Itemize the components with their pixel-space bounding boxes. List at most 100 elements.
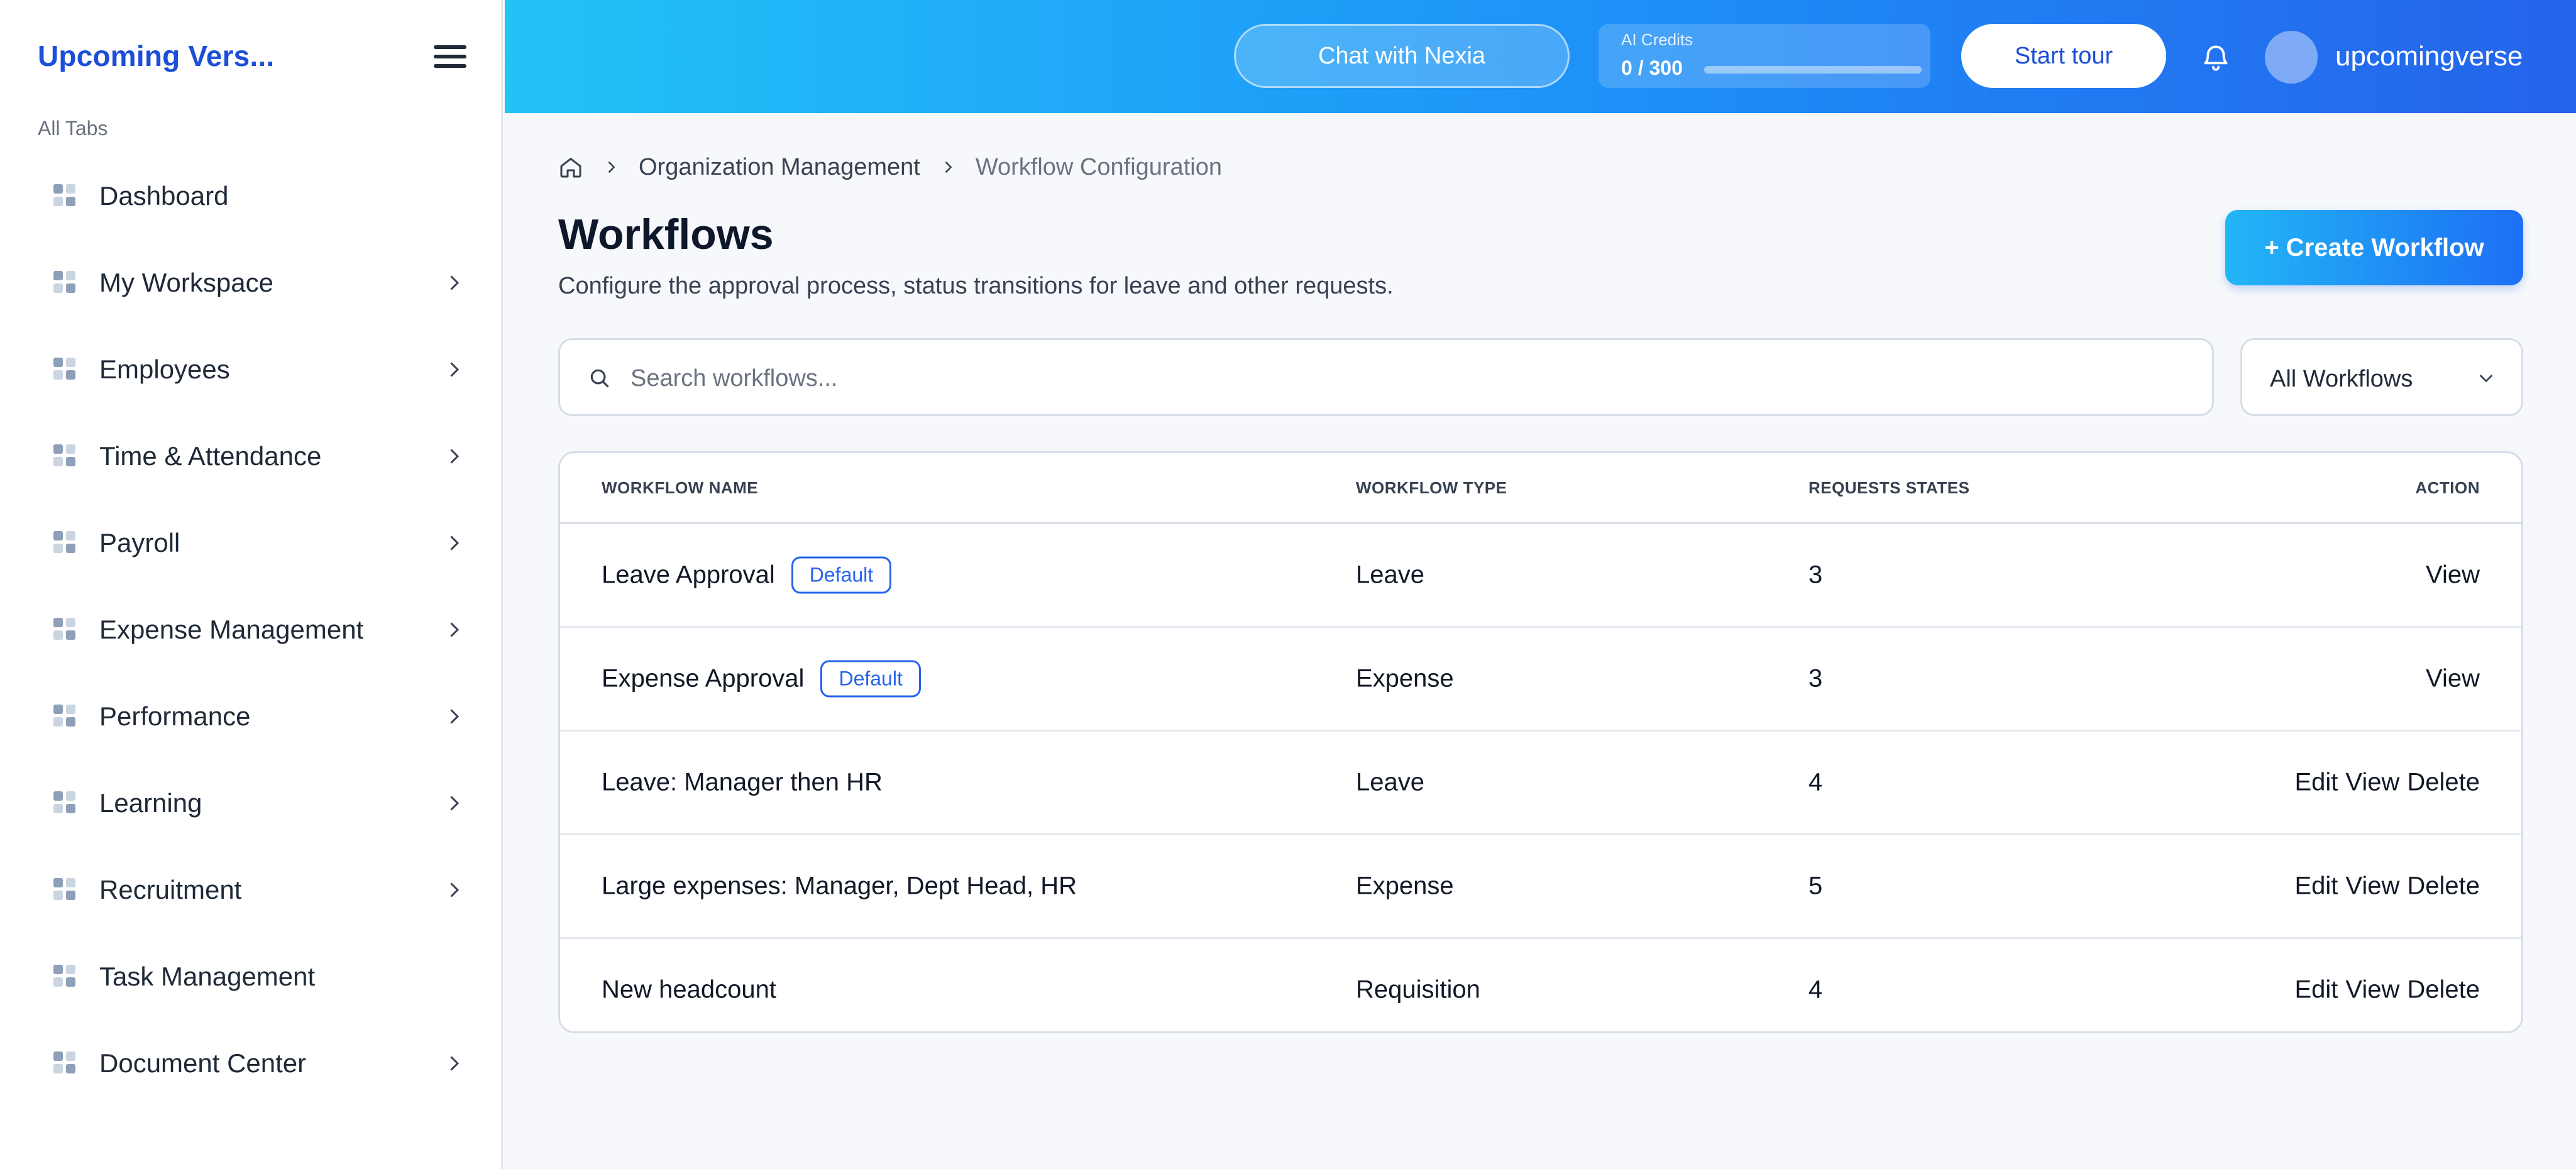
sidebar-item-document-center[interactable]: Document Center (38, 1020, 465, 1107)
breadcrumb: Organization Management Workflow Configu… (558, 153, 1222, 181)
grid-icon (53, 618, 77, 642)
workflow-name[interactable]: Expense Approval (602, 665, 804, 693)
workflow-name-cell: Expense Approval Default (602, 660, 921, 698)
column-header-action: ACTION (2415, 478, 2480, 497)
workflow-name-cell: Large expenses: Manager, Dept Head, HR (602, 872, 1077, 901)
breadcrumb-workflow-configuration: Workflow Configuration (975, 153, 1222, 180)
table-row[interactable]: Large expenses: Manager, Dept Head, HR Ex… (560, 835, 2521, 939)
bell-icon[interactable] (2200, 41, 2232, 73)
workflow-name-cell: Leave Approval Default (602, 556, 892, 594)
ai-credits-label: AI Credits (1621, 30, 1693, 49)
sidebar-item-performance[interactable]: Performance (38, 673, 465, 760)
grid-icon (53, 1051, 77, 1075)
search-box (558, 338, 2214, 416)
home-icon[interactable] (558, 155, 583, 180)
search-input[interactable] (629, 353, 2191, 404)
sidebar-item-label: Time & Attendance (99, 441, 322, 471)
workflow-type: Requisition (1356, 975, 1480, 1004)
brand-name[interactable]: Upcoming Vers... (38, 39, 274, 73)
action-cell: Edit View Delete (2294, 976, 2480, 1004)
workflow-name-cell: Leave: Manager then HR (602, 769, 883, 797)
grid-icon (53, 705, 77, 728)
view-action[interactable]: View (2345, 872, 2399, 900)
table-row[interactable]: Leave Approval Default Leave 3 View (560, 524, 2521, 628)
view-action[interactable]: View (2426, 665, 2480, 693)
sidebar-item-dashboard[interactable]: Dashboard (38, 153, 465, 239)
sidebar-item-task-management[interactable]: Task Management (38, 933, 465, 1020)
action-cell: View (2426, 665, 2480, 693)
username[interactable]: upcomingverse (2335, 41, 2523, 72)
filter-selected-value: All Workflows (2270, 366, 2413, 392)
workflow-name[interactable]: Leave Approval (602, 561, 775, 590)
grid-icon (53, 271, 77, 295)
workflow-type: Expense (1356, 872, 1454, 900)
table-row[interactable]: Leave: Manager then HR Leave 4 Edit View Dele… (560, 732, 2521, 835)
request-states-count: 5 (1808, 872, 1823, 900)
workflow-name[interactable]: New headcount (602, 976, 776, 1004)
column-header-requests-states[interactable]: REQUESTS STATES (1808, 478, 1969, 498)
workflow-name[interactable]: Large expenses: Manager, Dept Head, HR (602, 872, 1077, 901)
workflow-type: Leave (1356, 561, 1424, 589)
sidebar-item-my-workspace[interactable]: My Workspace (38, 239, 465, 326)
sidebar-item-time-attendance[interactable]: Time & Attendance (38, 413, 465, 500)
top-bar: Chat with Nexia AI Credits 0 / 300 Start… (505, 0, 2576, 113)
grid-icon (53, 791, 77, 815)
chevron-right-icon (450, 796, 460, 811)
sidebar-item-employees[interactable]: Employees (38, 326, 465, 413)
edit-action[interactable]: Edit (2294, 872, 2338, 900)
chevron-right-icon (450, 535, 460, 551)
sidebar-item-recruitment[interactable]: Recruitment (38, 847, 465, 933)
workflow-type: Expense (1356, 664, 1454, 693)
delete-action[interactable]: Delete (2407, 769, 2480, 796)
action-cell: Edit View Delete (2294, 872, 2480, 901)
sidebar-item-payroll[interactable]: Payroll (38, 500, 465, 586)
page-subtitle: Configure the approval process, status t… (558, 273, 1394, 299)
edit-action[interactable]: Edit (2294, 769, 2338, 796)
search-icon (590, 369, 609, 388)
sidebar-item-label: My Workspace (99, 268, 273, 297)
sidebar-item-label: Dashboard (99, 181, 229, 211)
column-header-workflow-name[interactable]: WORKFLOW NAME (602, 478, 758, 498)
sidebar-item-learning[interactable]: Learning (38, 760, 465, 847)
grid-icon (53, 184, 77, 208)
ai-credits-value: 0 / 300 (1621, 57, 1683, 79)
grid-icon (53, 358, 77, 381)
default-badge: Default (820, 660, 921, 698)
table-row[interactable]: New headcount Requisition 4 Edit View Delete (560, 939, 2521, 1031)
breadcrumb-organization-management[interactable]: Organization Management (639, 154, 920, 181)
delete-action[interactable]: Delete (2407, 872, 2480, 900)
view-action[interactable]: View (2426, 561, 2480, 589)
delete-action[interactable]: Delete (2407, 976, 2480, 1004)
workflow-name[interactable]: Leave: Manager then HR (602, 769, 883, 797)
table-header: WORKFLOW NAME WORKFLOW TYPE REQUESTS STA… (560, 453, 2521, 524)
chevron-right-icon (450, 709, 460, 724)
table-row[interactable]: Expense Approval Default Expense 3 View (560, 628, 2521, 732)
sidebar-item-label: Expense Management (99, 615, 364, 644)
sidebar-item-label: Learning (99, 788, 202, 818)
sidebar-item-label: Recruitment (99, 875, 242, 904)
grid-icon (53, 444, 77, 468)
ai-credits-widget: AI Credits 0 / 300 (1599, 24, 1930, 88)
workflow-name-cell: New headcount (602, 976, 776, 1004)
chevron-right-icon (608, 161, 615, 173)
grid-icon (53, 965, 77, 989)
view-action[interactable]: View (2345, 976, 2399, 1004)
workflow-filter-select[interactable]: All Workflows (2240, 338, 2523, 416)
request-states-count: 4 (1808, 975, 1823, 1004)
sidebar-item-label: Task Management (99, 962, 316, 991)
table-body: Leave Approval Default Leave 3 View Expense A… (560, 524, 2521, 1031)
edit-action[interactable]: Edit (2294, 976, 2338, 1004)
avatar[interactable] (2265, 31, 2318, 84)
ai-credits-progress (1704, 66, 1922, 74)
start-tour-button[interactable]: Start tour (1961, 24, 2166, 88)
sidebar-item-expense-management[interactable]: Expense Management (38, 586, 465, 673)
column-header-workflow-type[interactable]: WORKFLOW TYPE (1356, 478, 1507, 498)
view-action[interactable]: View (2345, 769, 2399, 796)
chevron-right-icon (945, 161, 952, 173)
create-workflow-button[interactable]: + Create Workflow (2225, 210, 2523, 285)
hamburger-icon[interactable] (434, 45, 466, 70)
action-cell: View (2426, 561, 2480, 590)
sidebar-item-label: Performance (99, 701, 251, 731)
chevron-right-icon (450, 275, 460, 290)
chat-with-nexia-button[interactable]: Chat with Nexia (1234, 24, 1570, 88)
